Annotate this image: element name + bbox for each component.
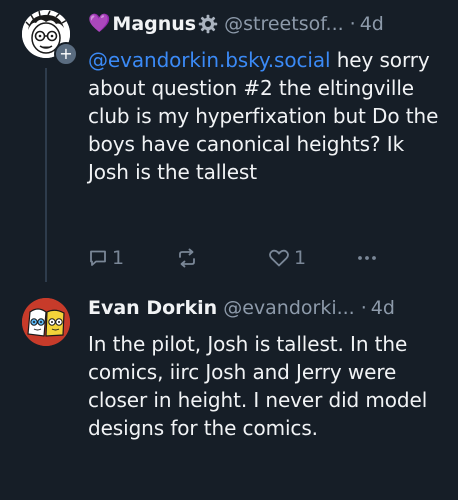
avatar-evan-dorkin-image — [22, 298, 70, 346]
handle[interactable]: @streetsof... — [224, 11, 344, 37]
avatar-evan-dorkin[interactable] — [22, 298, 70, 346]
more-icon — [358, 256, 376, 260]
separator-dot: · — [360, 297, 367, 319]
post-text: @evandorkin.bsky.social hey sorry about … — [88, 46, 440, 186]
follow-plus-button[interactable]: + — [54, 42, 78, 66]
post-magnus[interactable]: + 💜 Magnus @streetsof... · 4d @evandorki… — [0, 0, 458, 282]
purple-heart-emoji: 💜 — [88, 13, 111, 34]
repost-button[interactable] — [176, 244, 198, 272]
handle[interactable]: @evandorki... — [223, 295, 355, 321]
like-count: 1 — [294, 247, 307, 269]
post-age[interactable]: 4d — [371, 295, 395, 321]
post-header: 💜 Magnus @streetsof... · 4d — [88, 11, 440, 37]
thread-line — [45, 68, 47, 282]
reply-count: 1 — [112, 247, 125, 269]
reply-button[interactable]: 1 — [88, 244, 124, 272]
repost-icon — [179, 248, 195, 268]
like-icon — [269, 249, 289, 267]
display-name[interactable]: Evan Dorkin — [88, 295, 217, 321]
gear-icon — [198, 14, 218, 34]
reply-icon — [90, 250, 106, 266]
more-options-button[interactable] — [356, 244, 378, 272]
mention-link[interactable]: @evandorkin.bsky.social — [88, 48, 331, 72]
post-age[interactable]: 4d — [360, 11, 384, 37]
post-actions: 1 1 — [88, 244, 388, 272]
post-header-evan: Evan Dorkin @evandorki... · 4d — [88, 295, 440, 321]
display-name[interactable]: Magnus — [112, 11, 196, 37]
separator-dot: · — [349, 13, 356, 35]
like-button[interactable]: 1 — [268, 244, 306, 272]
post-text: In the pilot, Josh is tallest. In the co… — [88, 332, 428, 440]
